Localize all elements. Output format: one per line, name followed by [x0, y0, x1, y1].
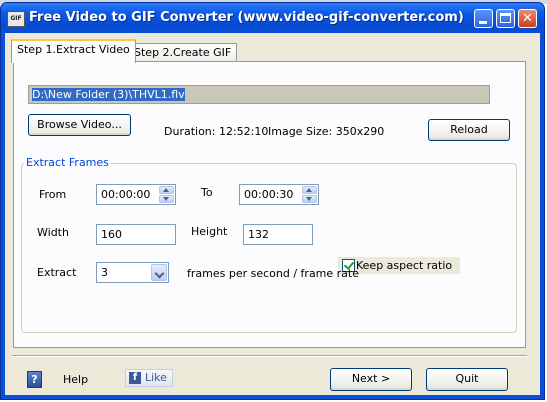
height-field[interactable]: 132: [243, 224, 313, 245]
arrow-up-icon: [306, 188, 312, 192]
video-path-text: D:\New Folder (3)\THVL1.flv: [32, 88, 185, 101]
arrow-up-icon: [163, 188, 169, 192]
extract-label: Extract: [37, 266, 77, 279]
frame-rate-label: frames per second / frame rate: [187, 267, 360, 280]
extract-rate-value: 3: [101, 266, 108, 279]
spin-up-button[interactable]: [302, 186, 317, 194]
dropdown-button[interactable]: [151, 264, 167, 281]
keep-aspect-ratio-label: Keep aspect ratio: [356, 259, 453, 272]
from-time-field[interactable]: 00:00:00: [96, 184, 176, 205]
app-gif-icon: GIF: [7, 11, 25, 27]
help-icon[interactable]: ?: [27, 371, 42, 388]
close-icon: ✕: [522, 11, 533, 26]
facebook-icon: f: [129, 372, 141, 384]
arrow-down-icon: [163, 197, 169, 201]
video-path-field[interactable]: D:\New Folder (3)\THVL1.flv: [28, 85, 490, 104]
duration-text: Duration: 12:52:10: [164, 125, 269, 138]
footer-divider: [12, 355, 527, 357]
window-title: Free Video to GIF Converter (www.video-g…: [29, 10, 464, 25]
minimize-button[interactable]: [474, 9, 493, 28]
maximize-button[interactable]: [496, 9, 515, 28]
spin-down-button[interactable]: [302, 195, 317, 203]
next-button[interactable]: Next >: [330, 368, 412, 391]
extract-frames-legend: Extract Frames: [24, 156, 111, 169]
minimize-icon: [479, 21, 487, 24]
spin-up-button[interactable]: [159, 186, 174, 194]
to-time-field[interactable]: 00:00:30: [239, 184, 319, 205]
from-time-spinner[interactable]: [159, 186, 174, 203]
facebook-like-button[interactable]: f Like: [125, 369, 173, 387]
width-field[interactable]: 160: [96, 224, 176, 245]
from-time-value: 00:00:00: [101, 188, 151, 201]
like-label: Like: [145, 371, 167, 384]
chevron-down-icon: [154, 268, 165, 279]
from-label: From: [39, 188, 67, 201]
quit-button[interactable]: Quit: [426, 368, 508, 391]
tab-create-gif[interactable]: Step 2.Create GIF: [128, 43, 238, 62]
width-label: Width: [37, 226, 69, 239]
extract-rate-select[interactable]: 3: [96, 262, 169, 283]
close-button[interactable]: ✕: [518, 9, 537, 28]
help-label[interactable]: Help: [63, 373, 88, 386]
title-bar[interactable]: GIF Free Video to GIF Converter (www.vid…: [1, 3, 544, 33]
client-area: Step 1.Extract Video Step 2.Create GIF D…: [5, 33, 540, 395]
app-window: GIF Free Video to GIF Converter (www.vid…: [0, 2, 545, 400]
browse-video-button[interactable]: Browse Video...: [28, 114, 131, 136]
tab-panel-extract-video: D:\New Folder (3)\THVL1.flv Browse Video…: [13, 61, 526, 348]
to-time-value: 00:00:30: [244, 188, 294, 201]
to-label: To: [201, 186, 213, 199]
maximize-icon: [500, 13, 511, 23]
arrow-down-icon: [306, 197, 312, 201]
image-size-text: Image Size: 350x290: [268, 125, 385, 138]
height-label: Height: [191, 225, 228, 238]
to-time-spinner[interactable]: [302, 186, 317, 203]
reload-button[interactable]: Reload: [428, 119, 510, 141]
spin-down-button[interactable]: [159, 195, 174, 203]
tab-extract-video[interactable]: Step 1.Extract Video: [11, 39, 136, 63]
